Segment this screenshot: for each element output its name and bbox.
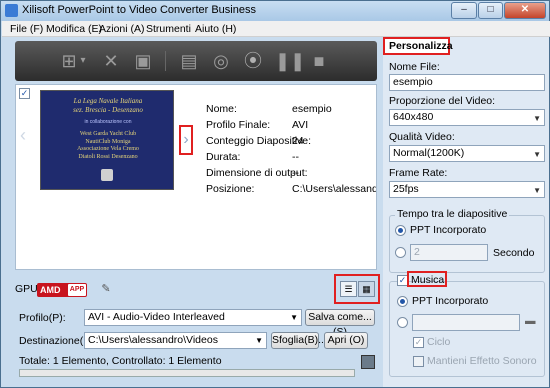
duration-value: -- [292, 151, 299, 163]
slide-thumbnail: La Lega Navale Italiana sez. Brescia - De… [40, 90, 174, 190]
app-badge: APP [68, 284, 86, 296]
chevron-down-icon: ▼ [533, 150, 541, 159]
stop-icon[interactable]: ■ [307, 49, 331, 73]
destination-field[interactable]: C:\Users\alessandro\Videos ▼ [84, 332, 267, 349]
video-icon[interactable]: ▤ [177, 49, 201, 73]
window-title: Xilisoft PowerPoint to Video Converter B… [22, 4, 256, 16]
wrench-icon[interactable]: ✎ [99, 282, 113, 296]
position-value: C:\Users\alessandro\De [292, 183, 376, 195]
custom-time-radio[interactable] [395, 247, 406, 258]
ratio-value: 640x480 [393, 111, 434, 123]
menu-bar: File (F) Modifica (E) Azioni (A) Strumen… [2, 21, 550, 37]
slide-club-4: Diatoli Rossi Desenzano [78, 153, 138, 160]
quality-label: Qualità Video: [389, 131, 455, 143]
view-toggle: ☰ ▦ [334, 274, 380, 304]
size-value: -- [292, 167, 299, 179]
ratio-label: Proporzione del Video: [389, 95, 496, 107]
loop-label: Ciclo [427, 336, 451, 348]
profile-label: Profilo Finale: [206, 119, 271, 131]
profile-label-bottom: Profilo(P): [19, 312, 66, 324]
capture-icon[interactable]: ◎ [209, 49, 233, 73]
toolbar: ⊞ ▾ ✕ ▣ ▤ ◎ ⦿ ❚❚ ■ [15, 41, 377, 81]
toolbar-separator [165, 51, 166, 71]
ppt-music-label: PPT Incorporato [412, 295, 489, 307]
clear-icon[interactable]: ▣ [131, 49, 155, 73]
custom-music-radio[interactable] [397, 317, 408, 328]
amd-brand: AMD [40, 285, 61, 295]
record-icon[interactable]: ⦿ [241, 49, 265, 73]
slide-club-2: NautiClub Moniga [85, 138, 131, 145]
title-bar: Xilisoft PowerPoint to Video Converter B… [1, 1, 549, 21]
file-list: ✓ ‹ La Lega Navale Italiana sez. Brescia … [15, 84, 377, 270]
list-view-icon[interactable]: ☰ [340, 281, 357, 297]
progress-bar [19, 369, 355, 377]
ppt-music-radio[interactable] [397, 296, 408, 307]
keep-sound-label: Mantieni Effetto Sonoro [427, 355, 537, 367]
status-text: Totale: 1 Elemento, Controllato: 1 Eleme… [19, 355, 222, 367]
menu-strumenti[interactable]: Strumenti [146, 23, 191, 35]
music-file-input[interactable] [412, 314, 520, 331]
slide-logo [101, 169, 113, 181]
ppt-embedded-label: PPT Incorporato [410, 224, 487, 236]
ratio-select[interactable]: 640x480 ▼ [389, 109, 545, 126]
browse-button[interactable]: Sfoglia(B)... [271, 332, 327, 349]
close-button[interactable]: ✕ [504, 2, 546, 19]
prev-slide-icon[interactable]: ‹ [20, 125, 26, 146]
slide-title: La Lega Navale Italiana [73, 97, 143, 105]
seconds-input[interactable]: 2 [410, 244, 488, 261]
slide-collab: in collaborazione con [84, 119, 132, 125]
open-button[interactable]: Apri (O) [324, 332, 368, 349]
menu-aiuto[interactable]: Aiuto (H) [195, 23, 236, 35]
chevron-down-icon: ▼ [533, 114, 541, 123]
log-icon[interactable] [361, 355, 375, 369]
quality-value: Normal(1200K) [393, 147, 465, 159]
app-icon [5, 4, 18, 17]
menu-modifica[interactable]: Modifica (E) [46, 23, 102, 35]
chevron-down-icon: ▼ [533, 186, 541, 195]
loop-checkbox[interactable]: ✓ [413, 337, 424, 348]
profile-select-value: AVI - Audio-Video Interleaved [88, 311, 225, 323]
duration-label: Durata: [206, 151, 241, 163]
folder-icon[interactable]: ▬ [525, 315, 536, 327]
profile-value: AVI [292, 119, 309, 131]
detail-view-icon[interactable]: ▦ [358, 281, 375, 297]
delete-icon[interactable]: ✕ [99, 49, 123, 73]
next-slide-icon[interactable]: › [179, 125, 193, 155]
chevron-down-icon: ▼ [255, 336, 263, 345]
tab-personalizza[interactable]: Personalizza [383, 37, 453, 55]
filename-label: Nome File: [389, 61, 440, 73]
quality-select[interactable]: Normal(1200K) ▼ [389, 145, 545, 162]
music-label: Musica [411, 274, 445, 286]
slide-subtitle: sez. Brescia - Desenzano [73, 106, 143, 114]
pause-icon[interactable]: ❚❚ [275, 49, 305, 73]
menu-azioni[interactable]: Azioni (A) [99, 23, 145, 35]
keep-sound-checkbox[interactable] [413, 356, 424, 367]
right-panel: Personalizza Nome File: esempio Proporzi… [383, 37, 549, 387]
save-as-button[interactable]: Salva come... (S) [305, 309, 375, 338]
profile-select[interactable]: AVI - Audio-Video Interleaved ▼ [84, 309, 302, 326]
minimize-button[interactable]: – [451, 2, 477, 19]
amd-app-logo[interactable]: AMD APP [37, 283, 87, 297]
slide-count-value: 24 [292, 135, 304, 147]
fps-select[interactable]: 25fps ▼ [389, 181, 545, 198]
menu-file[interactable]: File (F) [10, 23, 43, 35]
slide-club-3: Associazione Vela Cremo [77, 146, 139, 152]
destination-value: C:\Users\alessandro\Videos [88, 334, 218, 346]
maximize-button[interactable]: □ [478, 2, 503, 19]
file-checkbox[interactable]: ✓ [19, 88, 30, 99]
position-label: Posizione: [206, 183, 255, 195]
seconds-label: Secondo [493, 247, 535, 259]
dropdown-arrow-icon[interactable]: ▾ [77, 49, 89, 73]
app-window: Xilisoft PowerPoint to Video Converter B… [0, 0, 550, 388]
slide-timing-title: Tempo tra le diapositive [395, 208, 510, 220]
name-label: Nome: [206, 103, 237, 115]
slide-club-1: West Garda Yacht Club [79, 131, 137, 137]
filename-input[interactable]: esempio [389, 74, 545, 91]
chevron-down-icon: ▼ [290, 313, 298, 322]
ppt-embedded-radio[interactable] [395, 225, 406, 236]
fps-value: 25fps [393, 183, 419, 195]
fps-label: Frame Rate: [389, 167, 448, 179]
name-value: esempio [292, 103, 332, 115]
